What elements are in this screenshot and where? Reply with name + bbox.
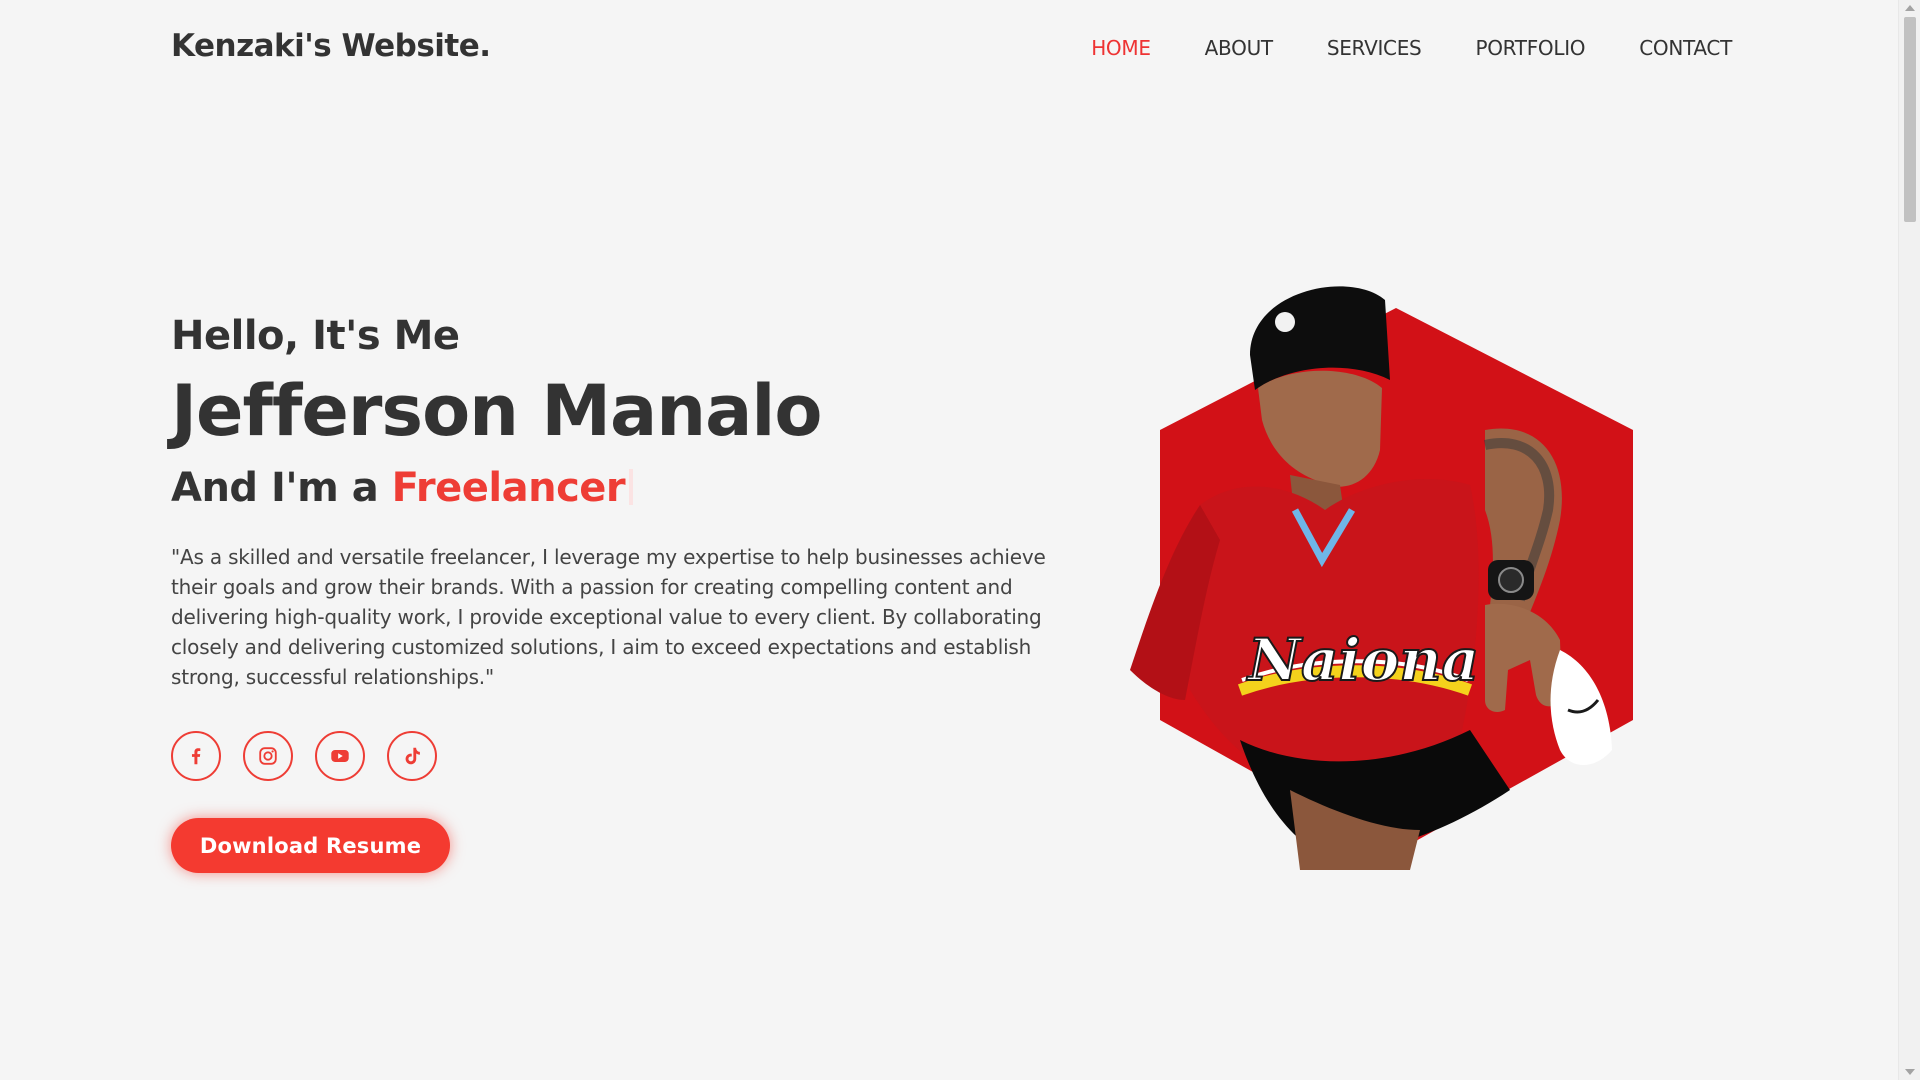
nav-services[interactable]: SERVICES: [1327, 36, 1422, 60]
social-links: [171, 731, 437, 781]
nav-contact[interactable]: CONTACT: [1639, 36, 1732, 60]
youtube-icon: [331, 750, 349, 762]
hero-bio: "As a skilled and versatile freelancer, …: [171, 545, 1046, 689]
tiktok-icon: [405, 747, 420, 765]
hero-portrait: Naiona: [1130, 286, 1633, 870]
instagram-link[interactable]: [243, 731, 293, 781]
nav-portfolio[interactable]: PORTFOLIO: [1475, 36, 1585, 60]
scroll-thumb[interactable]: [1904, 17, 1916, 222]
typing-caret: [629, 469, 634, 505]
facebook-link[interactable]: [171, 731, 221, 781]
hero-name: Jefferson Manalo: [171, 370, 822, 452]
site-logo[interactable]: Kenzaki's Website.: [171, 28, 491, 64]
nav-home[interactable]: HOME: [1091, 36, 1151, 60]
site-header: Kenzaki's Website. HOME ABOUT SERVICES P…: [0, 0, 1898, 98]
jersey-text: Naiona: [1246, 626, 1479, 694]
page-scrollbar[interactable]: [1898, 0, 1920, 1080]
role-prefix: And I'm a: [171, 465, 379, 511]
hero-greeting: Hello, It's Me: [171, 313, 460, 359]
hero-role: And I'm a Freelancer: [171, 465, 634, 511]
instagram-icon: [259, 747, 277, 765]
role-highlight: Freelancer: [391, 465, 626, 511]
download-resume-button[interactable]: Download Resume: [171, 818, 450, 873]
scroll-up-arrow-icon[interactable]: [1905, 5, 1915, 11]
nav-about[interactable]: ABOUT: [1205, 36, 1273, 60]
youtube-link[interactable]: [315, 731, 365, 781]
facebook-icon: [191, 748, 201, 765]
scroll-down-arrow-icon[interactable]: [1905, 1069, 1915, 1075]
tiktok-link[interactable]: [387, 731, 437, 781]
main-nav: HOME ABOUT SERVICES PORTFOLIO CONTACT: [1091, 36, 1732, 60]
